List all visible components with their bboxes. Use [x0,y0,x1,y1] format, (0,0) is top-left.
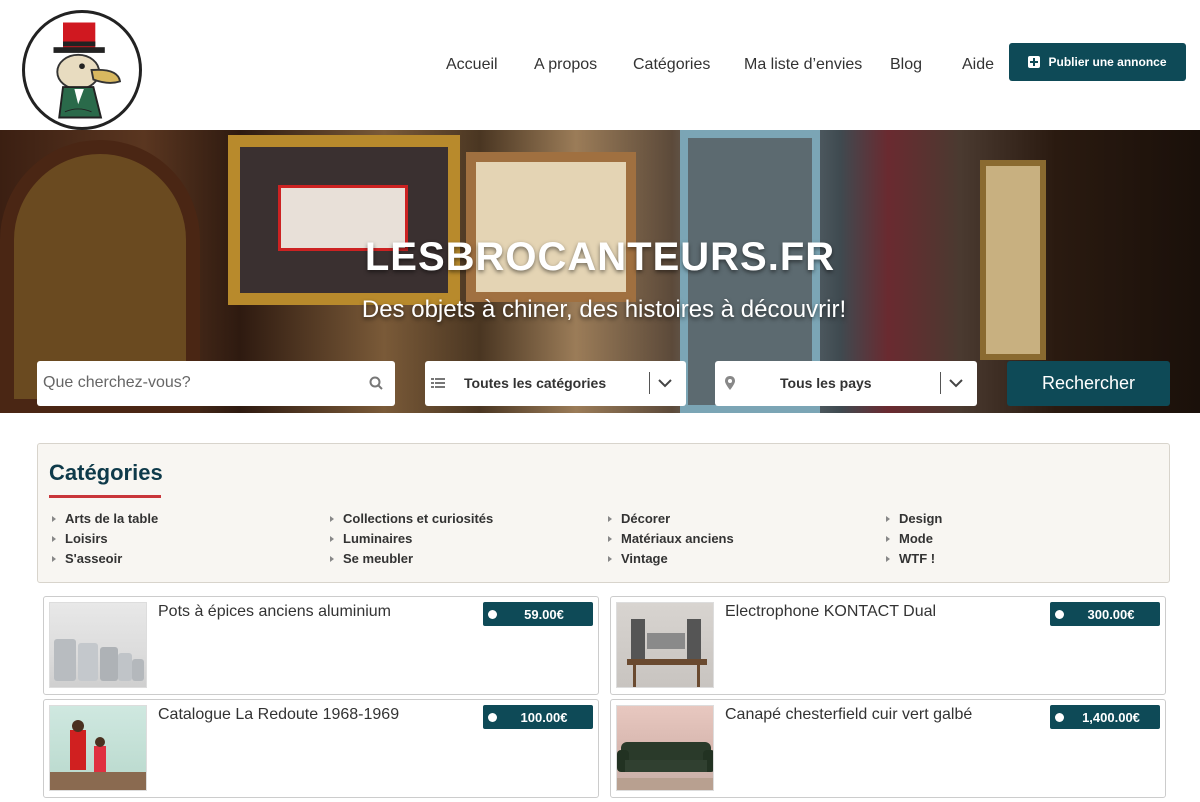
price-badge: 59.00€ [483,602,593,626]
site-logo[interactable] [22,10,142,130]
search-icon[interactable] [369,376,383,390]
categories-panel: Catégories Arts de la table Collections … [37,443,1170,583]
nav-blog[interactable]: Blog [890,56,922,74]
search-placeholder: Que cherchez-vous? [43,374,191,391]
price-badge: 300.00€ [1050,602,1160,626]
price-badge: 1,400.00€ [1050,705,1160,729]
publish-listing-button[interactable]: Publier une annonce [1009,43,1186,81]
category-link[interactable]: Loisirs [52,531,108,546]
category-link[interactable]: Vintage [608,551,668,566]
listing-card[interactable]: Canapé chesterfield cuir vert galbé 1,40… [610,699,1166,798]
listing-card[interactable]: Pots à épices anciens aluminium 59.00€ [43,596,599,695]
listing-title[interactable]: Electrophone KONTACT Dual [725,603,936,621]
category-link[interactable]: Arts de la table [52,511,158,526]
listing-title[interactable]: Canapé chesterfield cuir vert galbé [725,706,972,724]
listing-thumbnail[interactable] [49,602,147,688]
nav-aide[interactable]: Aide [962,56,994,74]
listing-title[interactable]: Pots à épices anciens aluminium [158,603,391,621]
category-link[interactable]: Matériaux anciens [608,531,734,546]
category-link[interactable]: Se meubler [330,551,413,566]
chevron-down-icon[interactable] [657,375,673,391]
title-underline [49,495,161,498]
nav-categories[interactable]: Catégories [633,56,710,74]
category-link[interactable]: Collections et curiosités [330,511,493,526]
category-link[interactable]: Mode [886,531,933,546]
plus-square-icon [1028,56,1041,68]
listing-card[interactable]: Catalogue La Redoute 1968-1969 100.00€ [43,699,599,798]
map-pin-icon [725,376,735,390]
list-icon [431,378,445,388]
category-link[interactable]: WTF ! [886,551,935,566]
category-select[interactable]: Toutes les catégories [425,361,686,406]
categories-title: Catégories [49,460,163,485]
listing-thumbnail[interactable] [616,705,714,791]
category-select-value: Toutes les catégories [464,375,607,391]
listing-thumbnail[interactable] [616,602,714,688]
category-link[interactable]: Luminaires [330,531,412,546]
nav-wishlist[interactable]: Ma liste d’envies [744,56,862,74]
listing-thumbnail[interactable] [49,705,147,791]
price-badge: 100.00€ [483,705,593,729]
category-link[interactable]: Design [886,511,942,526]
chevron-down-icon[interactable] [948,375,964,391]
dodo-hat-logo-icon [53,22,122,119]
country-select[interactable]: Tous les pays [715,361,977,406]
category-link[interactable]: Décorer [608,511,670,526]
site-header: Accueil A propos Catégories Ma liste d’e… [0,0,1200,130]
hero-title: LESBROCANTEURS.FR [364,235,836,279]
nav-a-propos[interactable]: A propos [534,56,597,74]
hero-subtitle: Des objets à chiner, des histoires à déc… [361,296,847,323]
search-button[interactable]: Rechercher [1007,361,1170,406]
search-input[interactable]: Que cherchez-vous? [37,361,395,406]
listing-card[interactable]: Electrophone KONTACT Dual 300.00€ [610,596,1166,695]
nav-accueil[interactable]: Accueil [446,56,498,74]
country-select-value: Tous les pays [780,375,872,391]
listing-title[interactable]: Catalogue La Redoute 1968-1969 [158,706,399,724]
publish-listing-label: Publier une annonce [1048,55,1167,69]
category-link[interactable]: S'asseoir [52,551,122,566]
